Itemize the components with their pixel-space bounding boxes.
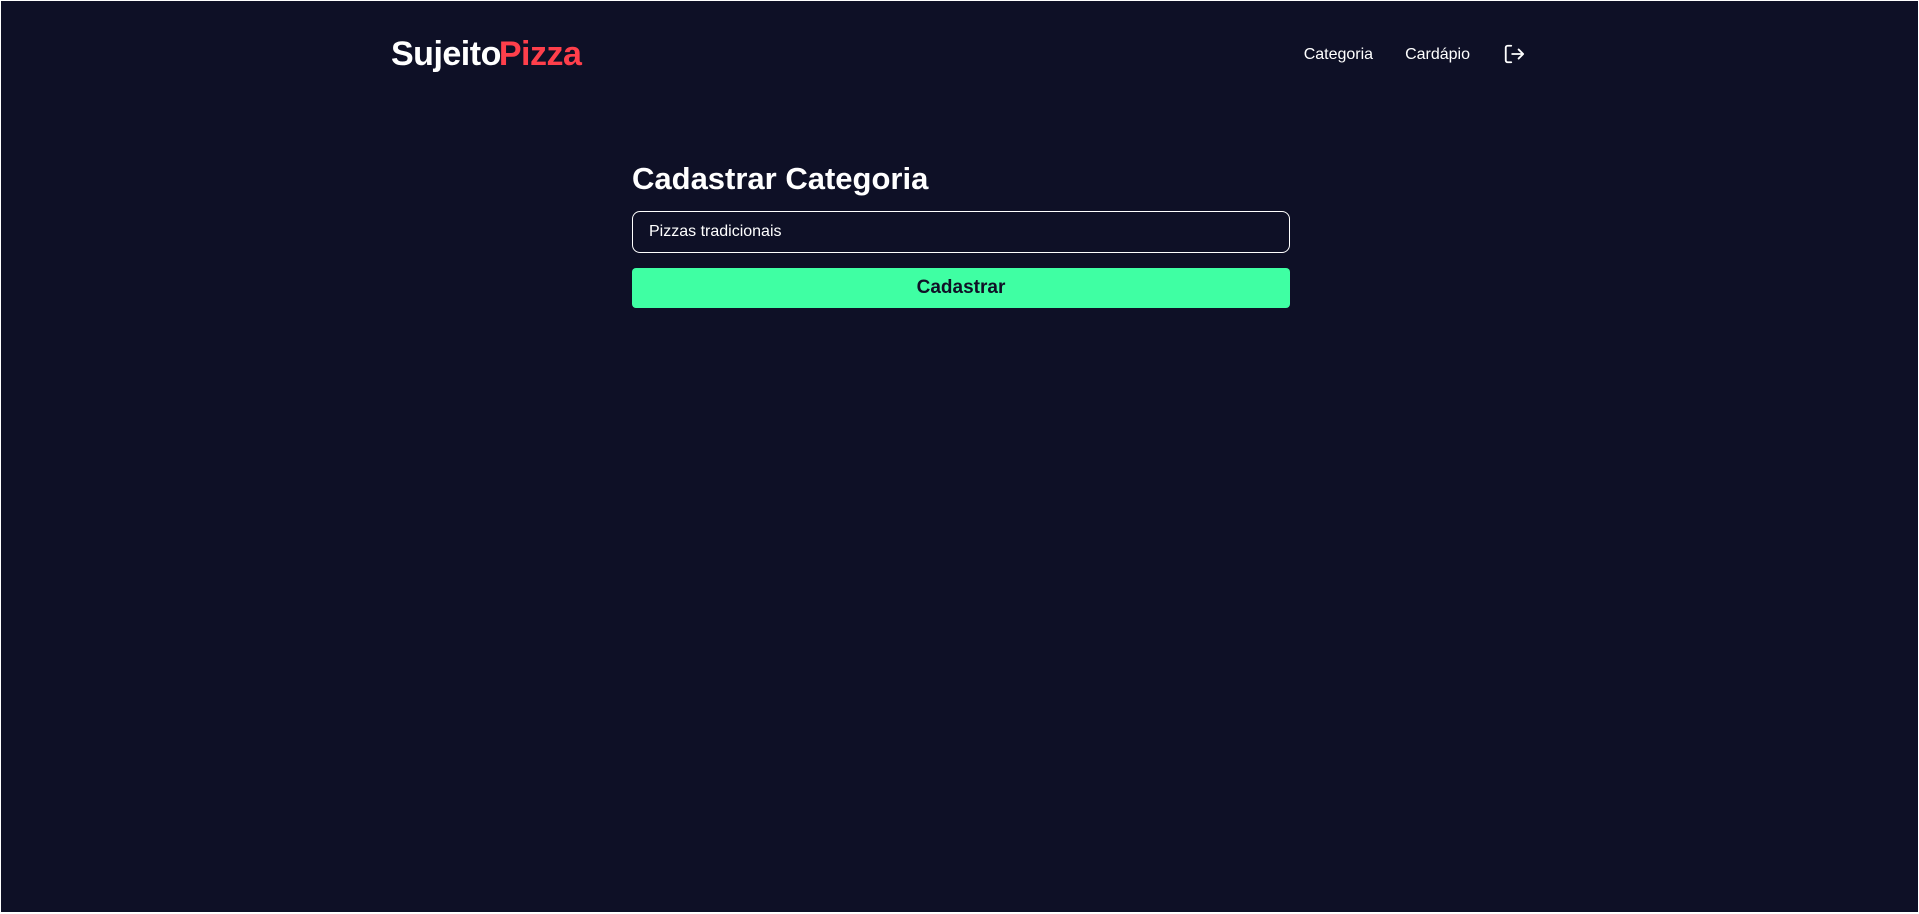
page-title: Cadastrar Categoria <box>632 161 929 196</box>
register-category-form: Cadastrar Categoria Cadastrar <box>632 159 1290 308</box>
main-nav: Categoria Cardápio <box>1304 43 1526 67</box>
register-button[interactable]: Cadastrar <box>632 268 1290 308</box>
nav-link-cardapio[interactable]: Cardápio <box>1405 46 1470 64</box>
logo[interactable]: Sujeito Pizza <box>391 35 582 75</box>
app-viewport: Sujeito Pizza Categoria Cardápio Cadastr… <box>1 1 1918 912</box>
logout-button[interactable] <box>1502 43 1526 67</box>
logo-text-first: Sujeito <box>391 35 501 73</box>
header: Sujeito Pizza Categoria Cardápio <box>1 1 1918 111</box>
logo-text-second: Pizza <box>498 35 582 73</box>
logout-icon <box>1503 43 1525 68</box>
category-name-input[interactable] <box>632 211 1290 253</box>
nav-link-categoria[interactable]: Categoria <box>1304 46 1373 64</box>
